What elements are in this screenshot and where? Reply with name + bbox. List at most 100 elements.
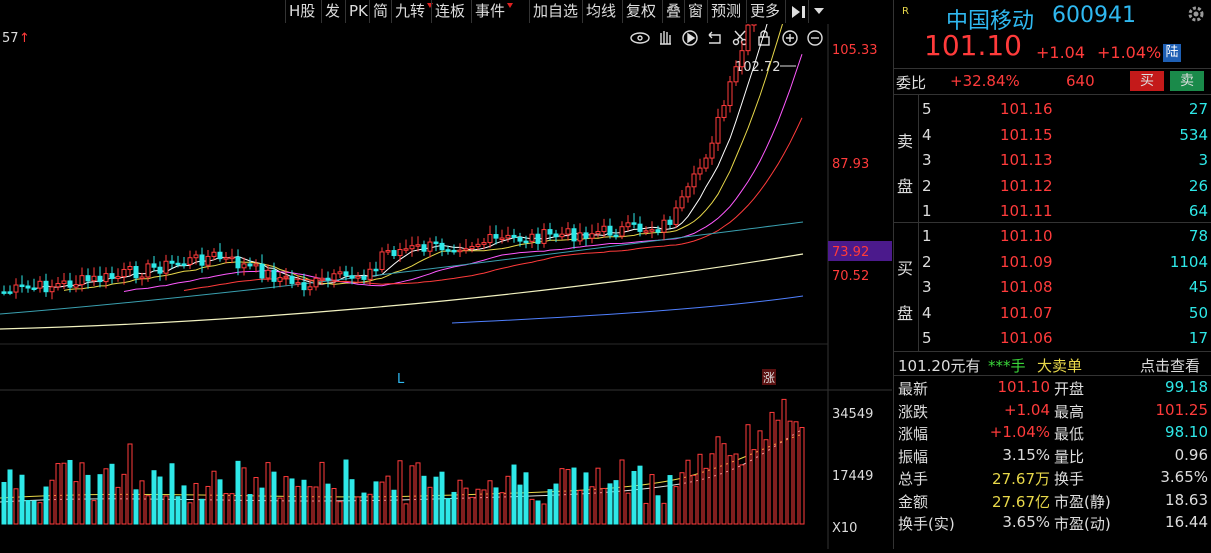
limit-up-marker[interactable]: 涨 xyxy=(763,370,775,385)
toolbar-fa[interactable]: 发 xyxy=(321,0,343,23)
price-axis-current: 73.92 xyxy=(832,245,869,260)
bid-volume: 50 xyxy=(1188,303,1208,322)
moving-average-line xyxy=(0,253,804,330)
bid-volume: 17 xyxy=(1188,329,1208,347)
volume-bar xyxy=(175,496,181,525)
toolbar-more[interactable]: 更多 xyxy=(746,0,783,23)
market-badge: 陆 xyxy=(1163,44,1181,62)
ask-row[interactable]: 3 101.13 3 xyxy=(920,149,1210,171)
moving-average-line xyxy=(451,295,804,324)
divider xyxy=(894,375,1211,376)
volume-bar xyxy=(103,468,109,525)
candle xyxy=(67,280,73,288)
candle xyxy=(175,262,181,266)
vol-axis-unit: X10 xyxy=(832,521,857,536)
volume-bar xyxy=(247,494,253,525)
stat-label: 开盘 xyxy=(1054,380,1085,398)
candle xyxy=(427,241,433,252)
candle xyxy=(181,263,187,266)
eye-icon[interactable] xyxy=(630,32,650,44)
quote-panel: R 中国移动 600941 101.10 +1.04 +1.04% 陆 委比 +… xyxy=(893,0,1211,549)
undo-icon[interactable] xyxy=(708,31,721,44)
bid-row[interactable]: 1 101.10 78 xyxy=(920,225,1210,247)
stat-value: 18.63 xyxy=(1165,490,1208,509)
candle xyxy=(109,273,115,279)
toolbar-forecast[interactable]: 预测 xyxy=(707,0,744,23)
volume-bar xyxy=(745,424,751,525)
candle xyxy=(673,207,679,225)
left-price-label: 57 xyxy=(2,31,19,46)
candle xyxy=(481,242,487,245)
candle xyxy=(745,24,751,52)
bid-row[interactable]: 3 101.08 45 xyxy=(920,276,1210,298)
candle xyxy=(91,275,97,282)
dropdown-icon[interactable] xyxy=(808,0,829,23)
volume-bar xyxy=(169,463,175,525)
volume-bar xyxy=(187,502,193,525)
toolbar-jiuzhuan[interactable]: 九转 xyxy=(391,0,434,23)
toolbar-overlay[interactable]: 叠 xyxy=(662,0,684,23)
bid-price: 101.09 xyxy=(1000,252,1053,271)
candle xyxy=(733,66,739,83)
candle xyxy=(337,271,343,275)
toolbar-lianban[interactable]: 连板 xyxy=(431,0,468,23)
toolbar-adjust[interactable]: 复权 xyxy=(622,0,659,23)
stat-row: 涨跌 +1.04 最高 101.25 xyxy=(894,401,1211,423)
bid-row[interactable]: 4 101.07 50 xyxy=(920,302,1210,324)
ask-row[interactable]: 2 101.12 26 xyxy=(920,175,1210,197)
toolbar-add-watchlist[interactable]: 加自选 xyxy=(529,0,581,23)
candle xyxy=(385,250,391,253)
volume-bar xyxy=(163,495,169,525)
r-icon[interactable]: R xyxy=(902,6,909,17)
candle xyxy=(523,240,529,244)
zoom-in-icon[interactable] xyxy=(782,30,798,46)
bigorder-link[interactable]: 点击查看 xyxy=(1140,355,1200,376)
toolbar-ma[interactable]: 均线 xyxy=(582,0,619,23)
ask-level: 2 xyxy=(922,176,932,195)
volume-bar xyxy=(667,475,673,525)
candle xyxy=(475,243,481,247)
volume-bar xyxy=(775,419,781,525)
vol-axis-high: 34549 xyxy=(832,407,873,422)
volume-bar xyxy=(13,488,19,525)
play-icon[interactable] xyxy=(682,30,698,46)
stat-label: 最低 xyxy=(1054,425,1085,443)
bigorder-label: 大卖单 xyxy=(1037,357,1083,375)
moving-average-line xyxy=(63,0,790,291)
candle xyxy=(541,229,547,244)
bid-row[interactable]: 2 101.09 1104 xyxy=(920,251,1210,273)
divider xyxy=(894,351,1211,352)
candle xyxy=(283,275,289,279)
candle xyxy=(241,263,247,269)
candle xyxy=(703,157,709,169)
kline-chart[interactable]: 57 ↑ 105.33 87.93 73.92 70.52 34549 1744… xyxy=(0,0,892,549)
scissors-icon[interactable] xyxy=(732,30,748,46)
volume-bar xyxy=(289,478,295,525)
toolbar-pk[interactable]: PK xyxy=(345,0,371,23)
volume-bar xyxy=(373,481,379,525)
chart-tools xyxy=(630,30,823,46)
candle xyxy=(391,250,397,257)
zoom-out-icon[interactable] xyxy=(807,30,823,46)
price-change-pct: +1.04% xyxy=(1097,43,1162,62)
bid-row[interactable]: 5 101.06 17 xyxy=(920,327,1210,349)
toolbar-window[interactable]: 窗 xyxy=(684,0,706,23)
toolbar-jian[interactable]: 简 xyxy=(369,0,391,23)
candle xyxy=(73,284,79,288)
candle xyxy=(145,263,151,278)
ask-row[interactable]: 5 101.16 27 xyxy=(920,98,1210,120)
current-price: 101.10 xyxy=(924,29,1022,62)
volume-bar xyxy=(451,491,457,525)
buy-button[interactable]: 买 xyxy=(1130,71,1164,91)
hand-icon[interactable] xyxy=(660,31,671,45)
volume-bar xyxy=(55,463,61,525)
ask-row[interactable]: 1 101.11 64 xyxy=(920,200,1210,222)
ask-row[interactable]: 4 101.15 534 xyxy=(920,124,1210,146)
settings-gear-icon[interactable] xyxy=(1186,4,1206,28)
candle xyxy=(31,287,37,291)
candle xyxy=(271,269,277,282)
toolbar-h-share[interactable]: H股 xyxy=(285,0,318,23)
toolbar-events[interactable]: 事件 xyxy=(471,0,514,23)
candle xyxy=(205,255,211,266)
sell-button[interactable]: 卖 xyxy=(1170,71,1204,91)
